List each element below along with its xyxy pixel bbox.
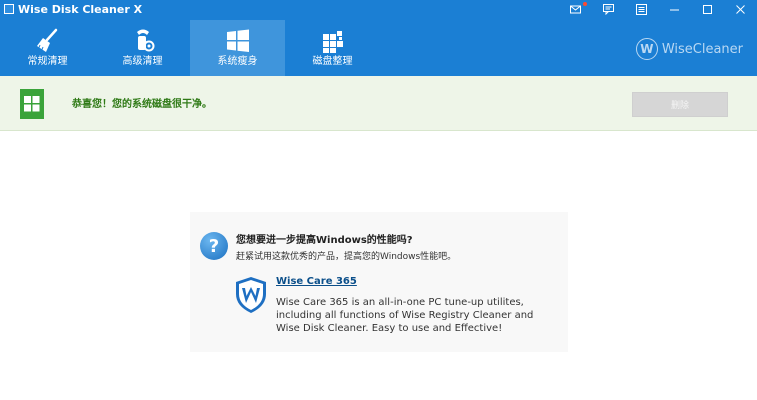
feedback-button[interactable] — [592, 0, 625, 18]
tab-disk-defrag[interactable]: 磁盘整理 — [285, 20, 380, 76]
status-windows-icon — [20, 89, 44, 119]
tab-system-slim[interactable]: 系统瘦身 — [190, 20, 285, 76]
app-icon — [4, 4, 14, 14]
tab-label: 常规清理 — [27, 56, 68, 67]
wise-care-365-link[interactable]: Wise Care 365 — [276, 276, 357, 288]
tab-label: 系统瘦身 — [217, 56, 258, 67]
windows-icon — [226, 29, 249, 52]
vacuum-icon — [136, 29, 154, 52]
mail-icon — [570, 5, 581, 13]
window-title: Wise Disk Cleaner X — [18, 3, 143, 16]
promo-description: Wise Care 365 is an all-in-one PC tune-u… — [276, 297, 534, 334]
status-bar: 恭喜您！您的系统磁盘很干净。 删除 — [0, 76, 757, 131]
mail-button[interactable] — [559, 0, 592, 18]
maximize-icon — [703, 4, 712, 14]
menu-icon — [636, 3, 647, 15]
close-icon — [736, 4, 745, 14]
delete-button[interactable]: 删除 — [632, 92, 728, 117]
wisecleaner-logo-icon: W — [635, 38, 658, 60]
minimize-button[interactable] — [658, 0, 691, 18]
header-bar: Wise Disk Cleaner X 常规清理 高级清理 系统瘦身 磁盘整理 … — [0, 0, 757, 76]
maximize-button[interactable] — [691, 0, 724, 18]
broom-icon — [36, 28, 57, 53]
defrag-icon — [322, 31, 343, 53]
status-message: 恭喜您！您的系统磁盘很干净。 — [72, 99, 212, 110]
promo-panel: ? 您想要进一步提高Windows的性能吗? 赶紧试用这款优秀的产品，提高您的W… — [190, 212, 568, 352]
close-button[interactable] — [724, 0, 757, 18]
menu-button[interactable] — [625, 0, 658, 18]
tab-label: 高级清理 — [122, 56, 163, 67]
brand-text: WiseCleaner — [661, 41, 743, 57]
tab-advanced-clean[interactable]: 高级清理 — [95, 20, 190, 76]
wise-care-shield-icon — [236, 277, 266, 313]
promo-subtitle: 赶紧试用这款优秀的产品，提高您的Windows性能吧。 — [236, 252, 457, 262]
promo-title: 您想要进一步提高Windows的性能吗? — [236, 235, 413, 246]
minimize-icon — [670, 9, 679, 10]
brand-logo: W WiseCleaner — [635, 38, 743, 60]
window-controls — [559, 0, 757, 18]
main-tabs: 常规清理 高级清理 系统瘦身 磁盘整理 — [0, 20, 380, 76]
tab-common-clean[interactable]: 常规清理 — [0, 20, 95, 76]
notification-dot — [583, 2, 587, 6]
tab-label: 磁盘整理 — [312, 56, 353, 67]
feedback-icon — [603, 3, 614, 15]
question-icon: ? — [200, 232, 228, 260]
